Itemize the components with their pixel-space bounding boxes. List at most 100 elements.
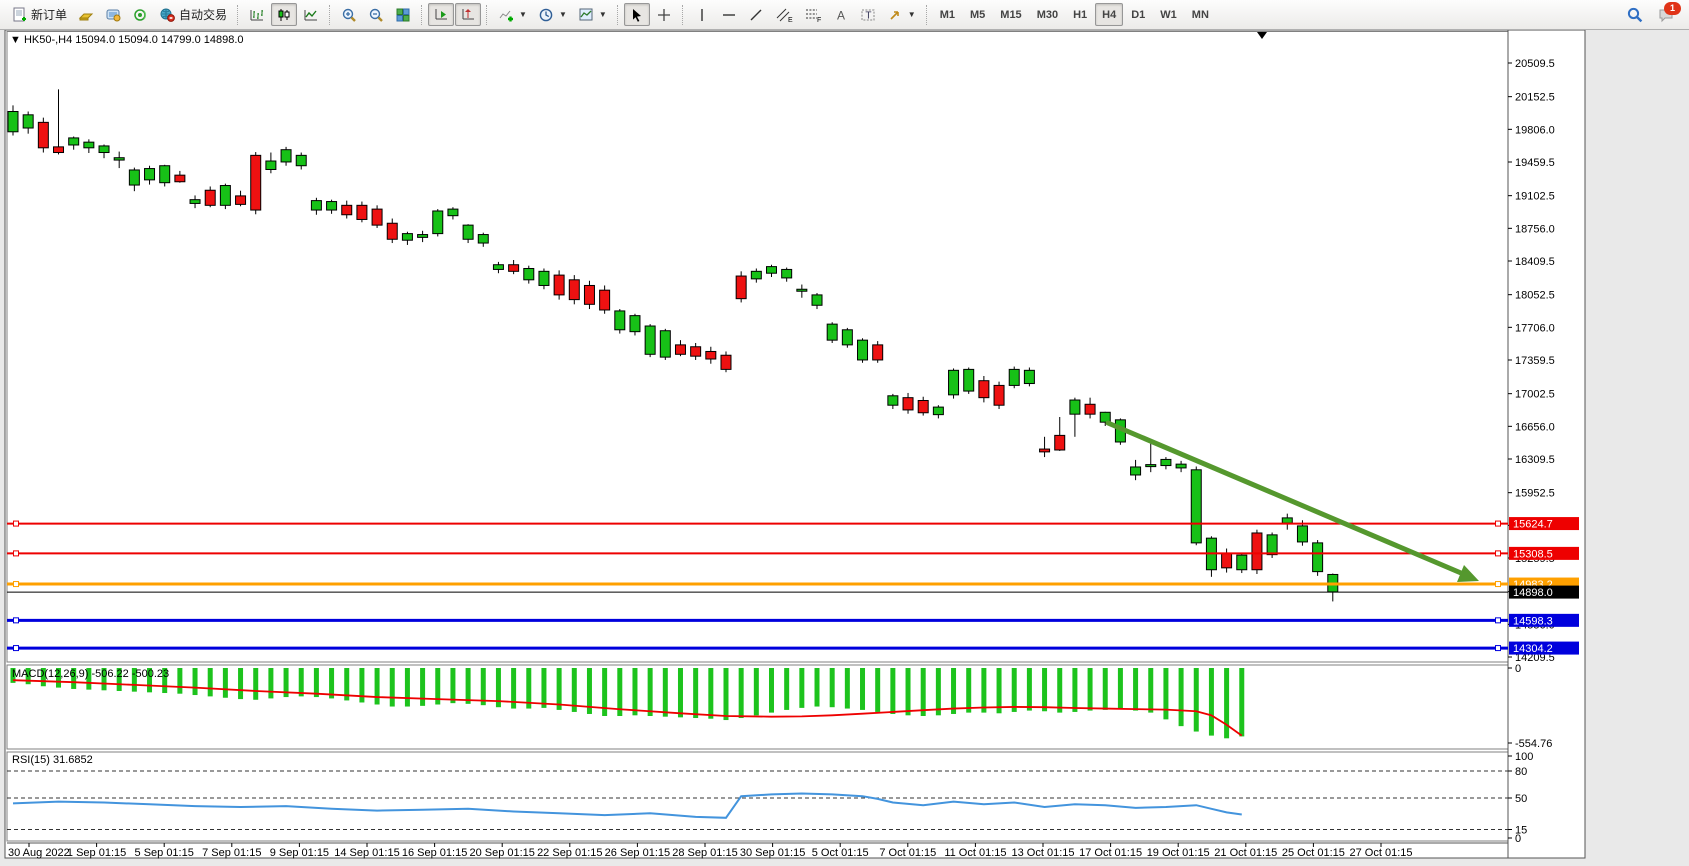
candlestick-chart-icon (276, 7, 292, 23)
timeframe-m30-button[interactable]: M30 (1030, 3, 1065, 26)
candle (38, 118, 48, 153)
candle (1024, 367, 1034, 386)
candle (554, 270, 564, 299)
candle (964, 367, 974, 393)
timeframe-w1-button[interactable]: W1 (1153, 3, 1184, 26)
candlestick-chart-button[interactable] (271, 3, 297, 26)
dropdown-caret-icon: ▼ (559, 10, 567, 19)
candle (1313, 540, 1323, 576)
svg-text:100: 100 (1515, 751, 1533, 763)
zoom-out-icon (368, 7, 384, 23)
profiles-button[interactable] (73, 3, 99, 26)
trendline-icon (748, 7, 764, 23)
horizontal-line-tool-button[interactable] (716, 3, 742, 26)
zoom-out-button[interactable] (363, 3, 389, 26)
candle (736, 271, 746, 302)
candle (1191, 466, 1201, 545)
new-order-button[interactable]: 新订单 (6, 3, 72, 26)
templates-button[interactable]: ▼ (573, 3, 612, 26)
channel-tool-button[interactable]: E (770, 3, 798, 26)
fibonacci-icon: F (804, 7, 822, 23)
chart-ohlc-header: ▼ HK50-,H4 15094.0 15094.0 14799.0 14898… (10, 34, 244, 46)
terminal-window: 新订单 (0, 0, 1689, 866)
svg-text:22 Sep 01:15: 22 Sep 01:15 (537, 847, 602, 859)
svg-text:16 Sep 01:15: 16 Sep 01:15 (402, 847, 467, 859)
timeframe-h1-button[interactable]: H1 (1066, 3, 1094, 26)
svg-text:19459.5: 19459.5 (1515, 157, 1555, 169)
svg-text:19102.5: 19102.5 (1515, 191, 1555, 203)
trendline-tool-button[interactable] (743, 3, 769, 26)
svg-text:18409.5: 18409.5 (1515, 256, 1555, 268)
profiles-icon (78, 7, 94, 23)
chart-canvas[interactable]: 20509.520152.519806.019459.519102.518756… (0, 30, 1689, 866)
svg-text:5 Sep 01:15: 5 Sep 01:15 (135, 847, 194, 859)
search-button[interactable] (1621, 3, 1649, 26)
cursor-tool-button[interactable] (624, 3, 650, 26)
timeframe-m15-button[interactable]: M15 (993, 3, 1028, 26)
svg-text:14598.3: 14598.3 (1513, 615, 1553, 627)
svg-text:50: 50 (1515, 793, 1527, 805)
svg-text:21 Oct 01:15: 21 Oct 01:15 (1214, 847, 1277, 859)
text-tool-button[interactable]: A (828, 3, 854, 26)
timeframe-m1-button[interactable]: M1 (933, 3, 962, 26)
svg-text:27 Oct 01:15: 27 Oct 01:15 (1350, 847, 1413, 859)
svg-text:30 Aug 2022: 30 Aug 2022 (8, 847, 70, 859)
candle (569, 275, 579, 304)
community-button[interactable]: 1 (1655, 4, 1677, 26)
timeframe-d1-button[interactable]: D1 (1124, 3, 1152, 26)
svg-text:T: T (865, 10, 871, 21)
bar-chart-icon (249, 7, 265, 23)
svg-text:0: 0 (1515, 833, 1521, 845)
notification-badge: 1 (1664, 2, 1681, 15)
new-order-label: 新订单 (31, 6, 67, 23)
svg-text:15952.5: 15952.5 (1515, 488, 1555, 500)
zoom-in-button[interactable] (336, 3, 362, 26)
svg-text:0: 0 (1515, 663, 1521, 675)
svg-text:15308.5: 15308.5 (1513, 548, 1553, 560)
candle (1252, 530, 1262, 574)
candle (827, 322, 837, 343)
periods-button[interactable]: ▼ (533, 3, 572, 26)
vertical-line-tool-button[interactable] (689, 3, 715, 26)
svg-text:1 Sep 01:15: 1 Sep 01:15 (67, 847, 126, 859)
line-chart-button[interactable] (298, 3, 324, 26)
dropdown-caret-icon: ▼ (908, 10, 916, 19)
svg-text:15624.7: 15624.7 (1513, 519, 1553, 531)
channel-icon: E (775, 7, 793, 23)
chart-panes (5, 30, 1585, 858)
signals-button[interactable] (127, 3, 153, 26)
svg-text:F: F (817, 17, 821, 23)
timeframe-mn-button[interactable]: MN (1185, 3, 1216, 26)
text-label-tool-button[interactable]: T (855, 3, 881, 26)
timeframe-h4-button[interactable]: H4 (1095, 3, 1123, 26)
search-icon (1626, 6, 1644, 24)
svg-text:17 Oct 01:15: 17 Oct 01:15 (1079, 847, 1142, 859)
svg-text:14304.2: 14304.2 (1513, 643, 1553, 655)
candle (433, 209, 443, 236)
svg-text:20152.5: 20152.5 (1515, 92, 1555, 104)
vertical-line-icon (694, 7, 710, 23)
svg-text:17359.5: 17359.5 (1515, 355, 1555, 367)
market-watch-button[interactable] (100, 3, 126, 26)
tile-windows-button[interactable] (390, 3, 416, 26)
crosshair-tool-button[interactable] (651, 3, 677, 26)
macd-indicator-label: MACD(12,26,9) -506.22 -500.23 (12, 668, 169, 680)
candle (584, 281, 594, 309)
svg-text:9 Sep 01:15: 9 Sep 01:15 (270, 847, 329, 859)
candle (842, 328, 852, 348)
auto-scroll-button[interactable] (428, 3, 454, 26)
svg-text:-554.76: -554.76 (1515, 738, 1552, 750)
svg-text:30 Sep 01:15: 30 Sep 01:15 (740, 847, 805, 859)
autotrading-label: 自动交易 (179, 6, 227, 23)
indicators-button[interactable]: ▼ (493, 3, 532, 26)
timeframe-m5-button[interactable]: M5 (963, 3, 992, 26)
chart-shift-button[interactable] (455, 3, 481, 26)
dropdown-caret-icon: ▼ (519, 10, 527, 19)
autotrading-button[interactable]: 自动交易 (154, 3, 232, 26)
fibonacci-tool-button[interactable]: F (799, 3, 827, 26)
svg-text:20 Sep 01:15: 20 Sep 01:15 (469, 847, 534, 859)
toolbar-separator (617, 5, 619, 25)
bar-chart-button[interactable] (244, 3, 270, 26)
arrows-tool-button[interactable]: ▼ (882, 3, 921, 26)
svg-text:16656.0: 16656.0 (1515, 421, 1555, 433)
